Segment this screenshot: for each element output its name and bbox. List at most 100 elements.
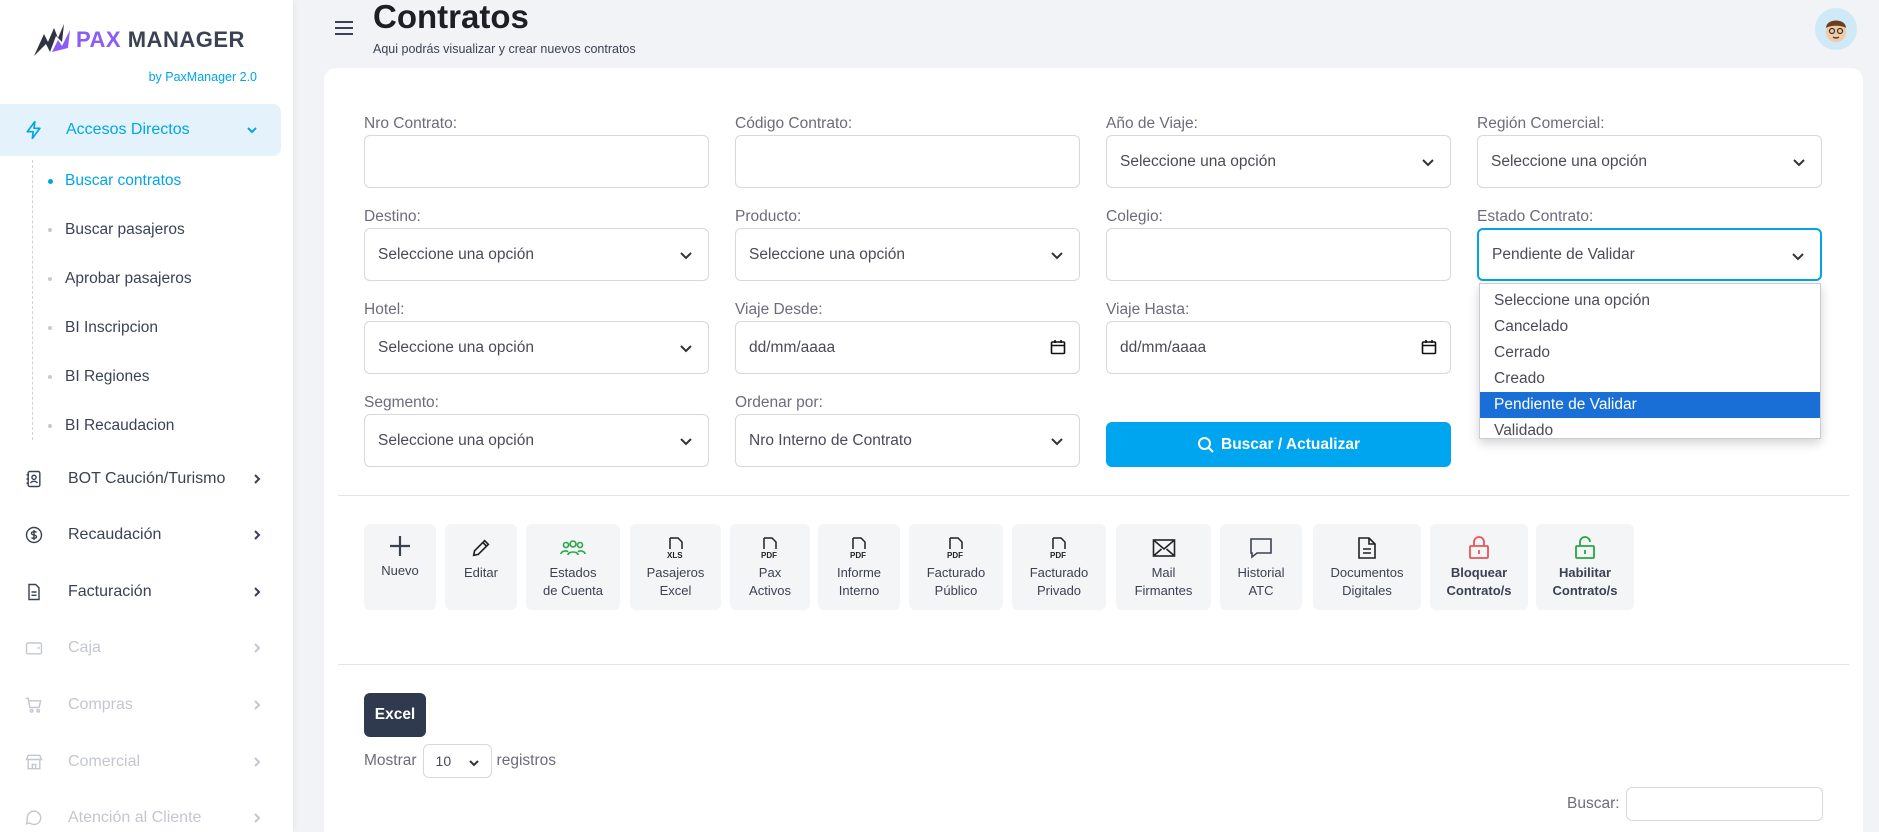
tool-pax-activos-button[interactable]: PDF Pax Activos <box>730 524 810 610</box>
users-group-icon <box>560 536 586 560</box>
tool-pasajeros-excel-button[interactable]: XLS Pasajeros Excel <box>630 524 721 610</box>
pdf-file-icon: PDF <box>759 536 781 560</box>
nav-group-facturacion[interactable]: Facturación <box>24 582 264 602</box>
nav-group-accesos-directos[interactable]: Accesos Directos <box>0 104 281 156</box>
anio-viaje-select[interactable]: Seleccione una opción <box>1106 135 1451 188</box>
select-value: Seleccione una opción <box>1491 152 1647 170</box>
nav-group-comercial[interactable]: Comercial <box>24 752 264 772</box>
estado-contrato-label: Estado Contrato: <box>1477 208 1594 225</box>
estado-contrato-select[interactable]: Pendiente de Validar <box>1477 228 1822 281</box>
bullet-dot <box>48 375 52 379</box>
user-avatar[interactable] <box>1815 8 1857 50</box>
region-comercial-label: Región Comercial: <box>1477 115 1605 132</box>
ordenar-por-select[interactable]: Nro Interno de Contrato <box>735 414 1080 467</box>
tool-label-line2: Contrato/s <box>1446 583 1512 598</box>
chevron-right-icon <box>254 587 261 597</box>
dropdown-option[interactable]: Validado <box>1480 418 1820 444</box>
subnav-item-buscar-contratos[interactable]: Buscar contratos <box>48 172 181 190</box>
dropdown-option[interactable]: Seleccione una opción <box>1480 288 1820 314</box>
viaje-hasta-date-input[interactable]: dd/mm/aaaa <box>1106 321 1451 374</box>
pdf-file-icon: PDF <box>1048 536 1070 560</box>
tool-informe-interno-button[interactable]: PDF Informe Interno <box>818 524 900 610</box>
nro-contrato-input[interactable] <box>364 135 709 188</box>
table-search-input[interactable] <box>1625 787 1823 821</box>
tool-nuevo-button[interactable]: Nuevo <box>364 524 436 610</box>
select-value: Seleccione una opción <box>749 245 905 263</box>
subnav-item-bi-regiones[interactable]: BI Regiones <box>48 368 149 386</box>
tool-label-line1: Pasajeros <box>646 565 705 580</box>
tool-label-line2: Interno <box>838 583 880 598</box>
region-comercial-select[interactable]: Seleccione una opción <box>1477 135 1822 188</box>
brand-logo[interactable]: PAX MANAGER <box>32 22 245 58</box>
nav-group-atencion-cliente[interactable]: Atención al Cliente <box>24 808 264 828</box>
chevron-right-icon <box>254 700 261 710</box>
producto-select[interactable]: Seleccione una opción <box>735 228 1080 281</box>
cart-icon <box>25 697 42 713</box>
tool-historial-atc-button[interactable]: Historial ATC <box>1220 524 1302 610</box>
table-search-label: Buscar: <box>1567 795 1620 812</box>
dropdown-option-selected[interactable]: Pendiente de Validar <box>1480 392 1820 418</box>
tool-mail-firmantes-button[interactable]: Mail Firmantes <box>1116 524 1211 610</box>
nav-group-label: Recaudación <box>68 526 162 543</box>
chevron-down-icon <box>680 252 692 260</box>
tool-bloquear-contratos-button[interactable]: Bloquear Contrato/s <box>1430 524 1528 610</box>
colegio-input[interactable] <box>1106 228 1451 281</box>
dropdown-option[interactable]: Creado <box>1480 366 1820 392</box>
search-icon <box>1198 436 1214 453</box>
nav-group-recaudacion[interactable]: Recaudación <box>24 525 264 545</box>
svg-text:PDF: PDF <box>761 551 777 560</box>
viaje-hasta-label: Viaje Hasta: <box>1106 301 1190 318</box>
records-label: registros <box>496 752 556 769</box>
tool-estados-cuenta-button[interactable]: Estados de Cuenta <box>526 524 620 610</box>
viaje-desde-date-input[interactable]: dd/mm/aaaa <box>735 321 1080 374</box>
tool-label-line1: Historial <box>1237 565 1285 580</box>
calendar-icon[interactable] <box>1421 339 1437 355</box>
tool-editar-button[interactable]: Editar <box>445 524 517 610</box>
tool-documentos-digitales-button[interactable]: Documentos Digitales <box>1313 524 1421 610</box>
hamburger-menu-icon[interactable] <box>332 16 356 40</box>
search-update-button[interactable]: Buscar / Actualizar <box>1106 422 1451 467</box>
store-icon <box>25 754 43 770</box>
destino-select[interactable]: Seleccione una opción <box>364 228 709 281</box>
envelope-icon <box>1152 536 1176 560</box>
nav-group-label: Atención al Cliente <box>68 809 202 826</box>
segmento-select[interactable]: Seleccione una opción <box>364 414 709 467</box>
show-label: Mostrar <box>364 752 417 769</box>
subnav-item-aprobar-pasajeros[interactable]: Aprobar pasajeros <box>48 270 192 288</box>
tool-facturado-publico-button[interactable]: PDF Facturado Público <box>909 524 1003 610</box>
search-button-label: Buscar / Actualizar <box>1221 435 1360 453</box>
svg-text:PDF: PDF <box>850 551 866 560</box>
subnav-item-bi-inscripcion[interactable]: BI Inscripcion <box>48 319 158 337</box>
subnav-item-buscar-pasajeros[interactable]: Buscar pasajeros <box>48 221 185 239</box>
pdf-file-icon: PDF <box>848 536 870 560</box>
dollar-circle-icon <box>25 526 43 544</box>
tool-habilitar-contratos-button[interactable]: Habilitar Contrato/s <box>1536 524 1634 610</box>
sidebar: PAX MANAGER by PaxManager 2.0 Accesos Di… <box>0 0 293 832</box>
subnav-item-bi-recaudacion[interactable]: BI Recaudacion <box>48 417 174 435</box>
chevron-down-icon <box>680 345 692 353</box>
ordenar-por-label: Ordenar por: <box>735 394 823 411</box>
message-icon <box>1249 536 1273 560</box>
bullet-dot <box>48 277 52 281</box>
page-size-select[interactable]: 10 <box>422 744 492 778</box>
calendar-icon[interactable] <box>1050 339 1066 355</box>
nav-group-caja[interactable]: Caja <box>24 638 264 658</box>
nav-group-bot-caucion[interactable]: BOT Caución/Turismo <box>24 469 264 489</box>
dropdown-option[interactable]: Cerrado <box>1480 340 1820 366</box>
tool-label: Nuevo <box>381 563 419 578</box>
chevron-right-icon <box>254 530 261 540</box>
tool-label-line1: Documentos <box>1330 565 1404 580</box>
excel-export-button[interactable]: Excel <box>364 693 426 737</box>
bullet-dot <box>48 179 53 184</box>
chevron-down-icon <box>1793 159 1805 167</box>
nav-group-label: Facturación <box>68 583 152 600</box>
dropdown-option[interactable]: Cancelado <box>1480 314 1820 340</box>
hotel-select[interactable]: Seleccione una opción <box>364 321 709 374</box>
tool-label-line2: Excel <box>659 583 692 598</box>
tool-label-line2: Digitales <box>1342 583 1392 598</box>
tool-label-line1: Informe <box>836 565 882 580</box>
nav-group-compras[interactable]: Compras <box>24 695 264 715</box>
codigo-contrato-input[interactable] <box>735 135 1080 188</box>
tool-label-line1: Estados <box>549 565 597 580</box>
tool-facturado-privado-button[interactable]: PDF Facturado Privado <box>1012 524 1106 610</box>
